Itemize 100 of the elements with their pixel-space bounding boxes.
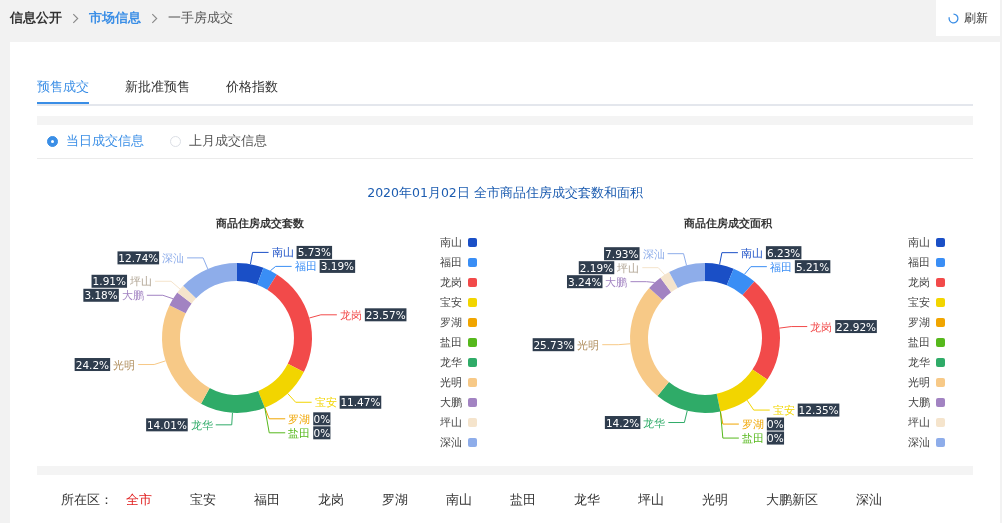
radio-option[interactable]: 当日成交信息 [47,133,144,150]
leader-line [719,252,739,265]
chevron-icon [72,12,79,24]
legend-label[interactable]: 深汕 [440,434,462,450]
refresh-icon [948,12,959,24]
legend-label[interactable]: 坪山 [908,414,930,430]
leader-line [137,360,167,365]
breadcrumb-item[interactable]: 信息公开 [10,9,62,27]
chevron-icon [151,12,158,24]
district-link[interactable]: 龙岗 [318,491,344,509]
district-link[interactable]: 南山 [446,491,472,509]
slice-label: 大鹏 [121,289,144,303]
slice-label: 罗湖 [741,418,764,432]
percent-label: 24.2% [74,358,111,371]
slice-label: 坪山 [130,275,153,289]
legend-label[interactable]: 坪山 [440,414,462,430]
legend-label[interactable]: 罗湖 [908,314,930,330]
slice-label: 深汕 [162,251,185,265]
slice-label: 盐田 [741,432,764,446]
percent-label: 7.93% [604,247,640,261]
percent-label: 14.01% [146,418,188,432]
leader-line [630,281,656,283]
chart-title: 商品住房成交面积 [684,217,772,230]
percent-label: 3.18% [83,288,119,302]
slice-label: 宝安 [314,396,337,410]
leader-line [667,410,688,423]
breadcrumb-item: 一手房成交 [168,9,233,27]
leader-line [778,326,808,329]
legend-label[interactable]: 大鹏 [440,394,462,410]
district-link[interactable]: 宝安 [190,491,216,509]
district-link[interactable]: 福田 [254,491,280,509]
slice-label: 南山 [740,246,763,260]
slice-label: 宝安 [772,404,795,418]
slice-label: 龙华 [643,416,666,430]
percent-label: 12.74% [117,251,160,265]
percent-label: 2.19% [578,261,615,275]
chart-heading: 2020年01月02日 全市商品住房成交套数和面积 [366,185,644,202]
legend-label[interactable]: 南山 [908,234,930,250]
percent-label: 5.73% [296,245,333,259]
percent-label: 0% [766,431,785,445]
district-link[interactable]: 大鹏新区 [766,491,818,509]
percent-label: 3.19% [319,259,356,273]
district-link[interactable]: 全市 [126,491,152,509]
district-link[interactable]: 深汕 [856,491,882,509]
tab[interactable]: 预售成交 [37,72,89,104]
legend-label[interactable]: 福田 [908,254,930,270]
percent-label: 5.21% [794,260,831,274]
percent-label: 25.73% [532,338,575,352]
legend-label[interactable]: 大鹏 [908,394,930,410]
district-link[interactable]: 龙华 [574,491,600,509]
slice-label: 盐田 [288,426,311,440]
slice-label: 龙华 [190,418,213,432]
percent-label: 6.23% [765,246,802,260]
legend-label[interactable]: 宝安 [440,294,462,310]
legend-label[interactable]: 龙岗 [440,274,462,290]
slice-label: 光明 [113,358,136,372]
leader-line [146,294,174,300]
legend-label[interactable]: 龙华 [440,354,462,370]
legend-label[interactable]: 盐田 [908,334,930,350]
leader-line [154,280,181,290]
legend-label[interactable]: 光明 [908,374,930,390]
legend-label[interactable]: 宝安 [908,294,930,310]
legend-label[interactable]: 深汕 [908,434,930,450]
percent-label: 12.35% [797,403,840,417]
refresh-button[interactable]: 刷新 [936,0,1000,36]
percent-label: 0% [313,412,331,426]
legend-label[interactable]: 福田 [440,254,462,270]
percent-label: 14.2% [604,416,641,429]
slice-label: 福田 [769,260,792,274]
leader-line [186,257,209,270]
slice-label: 龙岗 [810,320,833,334]
tab[interactable]: 价格指数 [226,72,278,104]
percent-label: 0% [313,426,331,440]
district-link[interactable]: 罗湖 [382,491,408,509]
slice-label: 南山 [271,246,294,260]
district-link[interactable]: 盐田 [510,491,536,509]
slice-label: 光明 [577,338,600,352]
leader-line [744,266,768,275]
slice-label: 大鹏 [605,275,628,289]
slice-label: 深汕 [642,247,665,261]
chart-title: 商品住房成交套数 [216,217,304,230]
slice-label: 罗湖 [288,412,311,426]
percent-label: 1.91% [91,274,128,288]
legend-label[interactable]: 龙华 [908,354,930,370]
leader-line [215,412,233,426]
percent-label: 11.47% [339,395,382,409]
district-link[interactable]: 坪山 [638,491,664,509]
slice-label: 福田 [294,260,317,274]
leader-line [287,392,313,403]
legend-label[interactable]: 罗湖 [440,314,462,330]
district-link[interactable]: 光明 [702,491,728,509]
legend-label[interactable]: 龙岗 [908,274,930,290]
legend-label[interactable]: 盐田 [440,334,462,350]
legend-label[interactable]: 南山 [440,234,462,250]
tab[interactable]: 新批准预售 [125,72,190,104]
percent-label: 0% [766,417,785,431]
leader-line [308,314,338,319]
slice-label: 坪山 [617,261,640,275]
legend-label[interactable]: 光明 [440,374,462,390]
radio-option[interactable]: 上月成交信息 [170,133,267,150]
